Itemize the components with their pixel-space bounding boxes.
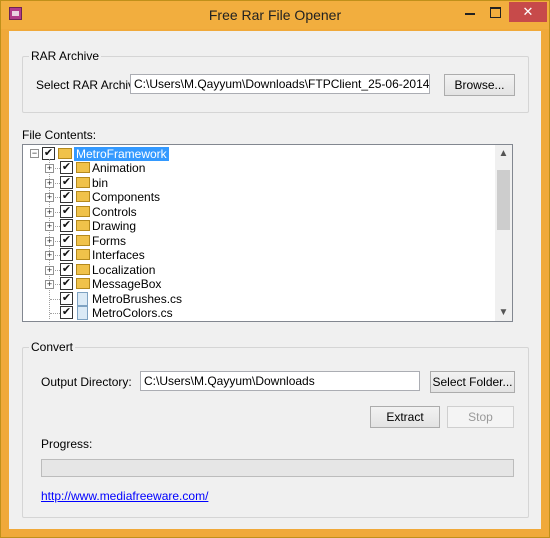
close-button[interactable]: ✕	[509, 2, 547, 22]
tree-node-label: MetroBrushes.cs	[92, 291, 183, 306]
tree-node-label: Drawing	[92, 219, 137, 233]
node-checkbox[interactable]: ✔	[60, 291, 73, 305]
tree-node-animation[interactable]: + ✔ Animation	[23, 161, 493, 175]
tree-node-messagebox[interactable]: + ✔ MessageBox	[23, 277, 493, 291]
file-icon	[77, 291, 88, 306]
tree-node-label: MetroFramework	[74, 147, 169, 161]
title-bar[interactable]: Free Rar File Opener ✕	[1, 1, 549, 29]
tree-node-metrocolors-cs[interactable]: ✔ MetroColors.cs	[23, 306, 493, 320]
expand-icon[interactable]: +	[45, 251, 54, 260]
select-folder-button[interactable]: Select Folder...	[430, 371, 515, 393]
browse-button[interactable]: Browse...	[444, 74, 515, 96]
node-checkbox[interactable]: ✔	[60, 204, 73, 218]
folder-icon	[76, 234, 90, 246]
tree-node-interfaces[interactable]: + ✔ Interfaces	[23, 248, 493, 262]
scroll-up-icon[interactable]: ▲	[495, 145, 512, 162]
node-checkbox[interactable]: ✔	[60, 233, 73, 247]
tree-node-drawing[interactable]: + ✔ Drawing	[23, 219, 493, 233]
file-contents-label: File Contents:	[22, 128, 97, 142]
tree-node-partial	[23, 320, 493, 321]
tree-node-components[interactable]: + ✔ Components	[23, 190, 493, 204]
folder-icon	[58, 148, 72, 159]
scroll-down-icon[interactable]: ▼	[495, 304, 512, 321]
node-checkbox[interactable]: ✔	[60, 248, 73, 261]
tree-node-forms[interactable]: + ✔ Forms	[23, 233, 493, 248]
tree-branch-line	[50, 298, 60, 300]
folder-icon	[76, 162, 90, 173]
expand-icon[interactable]: +	[45, 207, 54, 217]
tree-node-controls[interactable]: + ✔ Controls	[23, 204, 493, 219]
tree-node-label: MessageBox	[92, 277, 162, 291]
expand-icon[interactable]: +	[45, 178, 54, 188]
node-checkbox[interactable]: ✔	[60, 175, 73, 189]
folder-icon	[76, 205, 90, 217]
minimize-button[interactable]	[457, 2, 483, 22]
group-title-convert: Convert	[29, 340, 76, 354]
archive-path-input[interactable]: C:\Users\M.Qayyum\Downloads\FTPClient_25…	[130, 74, 430, 94]
progress-bar	[41, 459, 514, 477]
node-checkbox	[60, 320, 73, 321]
node-checkbox[interactable]: ✔	[60, 277, 73, 290]
node-checkbox[interactable]: ✔	[60, 219, 73, 232]
expand-icon[interactable]: +	[45, 193, 54, 202]
folder-icon	[76, 220, 90, 231]
scroll-thumb[interactable]	[497, 170, 510, 230]
tree-node-label: MetroColors.cs	[92, 306, 173, 320]
file-icon	[77, 306, 88, 320]
expand-icon[interactable]: +	[45, 222, 54, 231]
folder-icon	[76, 176, 90, 188]
tree-node-label: Localization	[92, 262, 156, 277]
node-checkbox[interactable]: ✔	[60, 262, 73, 276]
folder-icon	[76, 278, 90, 289]
tree-node-root[interactable]: − ✔ MetroFramework	[23, 147, 493, 161]
tree-node-label: Animation	[92, 161, 146, 175]
maximize-button[interactable]	[483, 2, 509, 22]
tree-branch-line	[50, 313, 60, 314]
expand-icon[interactable]: +	[45, 280, 54, 289]
node-checkbox[interactable]: ✔	[60, 190, 73, 203]
tree-vertical-scrollbar[interactable]: ▲ ▼	[495, 145, 512, 321]
folder-icon	[76, 249, 90, 260]
expand-icon[interactable]: +	[45, 164, 54, 173]
extract-button[interactable]: Extract	[370, 406, 440, 428]
file-tree[interactable]: ▲ ▼ − ✔ MetroFramework + ✔ Animation + ✔ bin + ✔ Co…	[22, 144, 513, 322]
folder-icon	[76, 263, 90, 275]
expand-icon[interactable]: +	[45, 236, 54, 246]
progress-label: Progress:	[41, 437, 93, 451]
website-link[interactable]: http://www.mediafreeware.com/	[41, 489, 208, 503]
tree-node-metrobrushes-cs[interactable]: ✔ MetroBrushes.cs	[23, 291, 493, 306]
client-area: RAR Archive Select RAR Archive: C:\Users…	[9, 31, 541, 529]
tree-node-localization[interactable]: + ✔ Localization	[23, 262, 493, 277]
tree-node-label: bin	[92, 175, 109, 190]
expand-icon[interactable]: +	[45, 265, 54, 275]
maximize-icon	[490, 7, 501, 18]
tree-node-bin[interactable]: + ✔ bin	[23, 175, 493, 190]
output-directory-label: Output Directory:	[41, 375, 132, 389]
minimize-icon	[465, 13, 475, 15]
tree-node-label: Controls	[92, 204, 137, 219]
node-checkbox[interactable]: ✔	[60, 161, 73, 174]
node-checkbox[interactable]: ✔	[60, 306, 73, 319]
group-title-rar-archive: RAR Archive	[29, 49, 102, 63]
app-window: Free Rar File Opener ✕ RAR Archive Selec…	[0, 0, 550, 538]
stop-button: Stop	[447, 406, 514, 428]
collapse-icon[interactable]: −	[30, 149, 39, 158]
folder-icon	[76, 191, 90, 202]
tree-node-label: Interfaces	[92, 248, 145, 262]
tree-node-label: Components	[92, 190, 161, 204]
close-icon: ✕	[522, 4, 534, 19]
output-directory-input[interactable]: C:\Users\M.Qayyum\Downloads	[140, 371, 420, 391]
select-archive-label: Select RAR Archive:	[36, 78, 145, 92]
tree-node-label: Forms	[92, 233, 126, 248]
